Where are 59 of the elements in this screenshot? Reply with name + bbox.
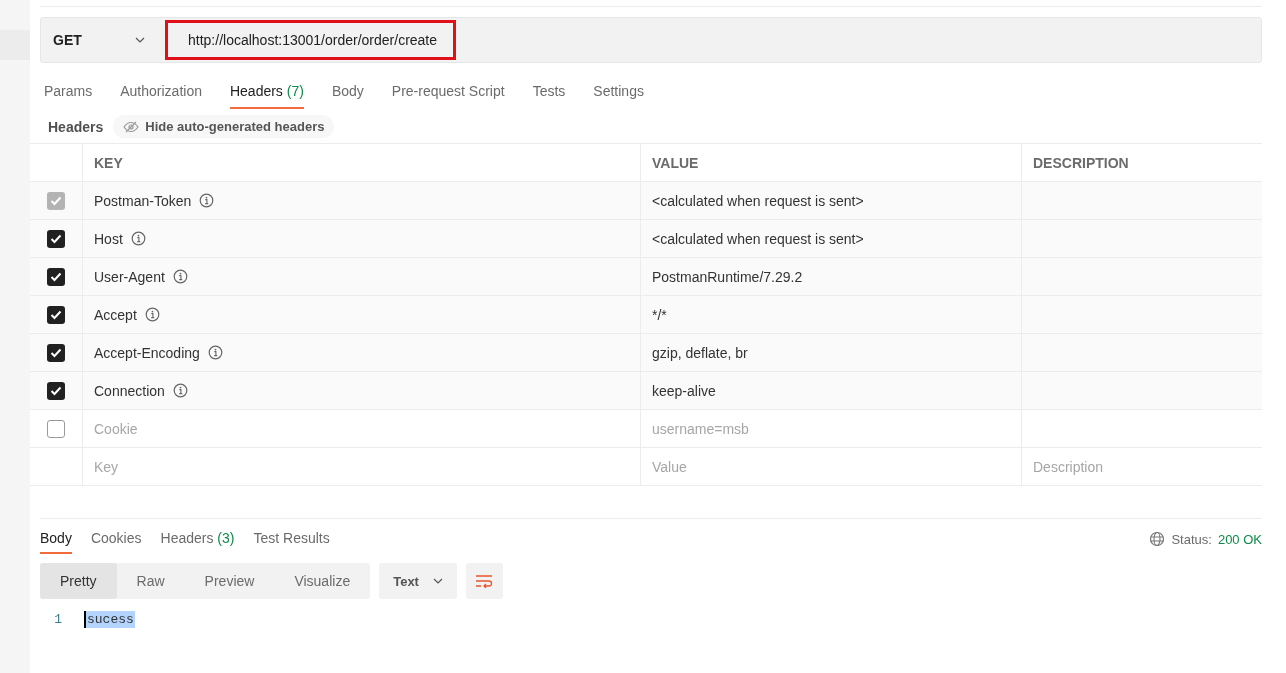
check-icon: [50, 271, 62, 282]
view-mode-tab[interactable]: Raw: [116, 563, 185, 599]
request-tab[interactable]: Params: [44, 83, 93, 109]
request-tab[interactable]: Tests: [532, 83, 566, 109]
wrap-lines-button[interactable]: [465, 563, 503, 599]
status-label: Status:: [1171, 531, 1212, 547]
checkbox[interactable]: [47, 267, 65, 286]
request-tab[interactable]: Body: [331, 83, 364, 109]
response-tab[interactable]: Cookies: [90, 530, 142, 554]
caret-icon: [432, 578, 443, 584]
column-header: KEY: [94, 154, 123, 171]
status-value: 200 OK: [1217, 531, 1262, 547]
header-key: Cookie: [94, 420, 138, 437]
checkbox[interactable]: [47, 419, 65, 438]
hide-headers-toggle[interactable]: Hide auto-generated headers: [113, 115, 335, 138]
globe-icon[interactable]: [1149, 531, 1166, 547]
check-icon: [50, 233, 62, 244]
check-icon: [50, 309, 62, 320]
column-header: VALUE: [652, 154, 699, 171]
method-dropdown[interactable]: GET: [41, 18, 153, 62]
format-dropdown[interactable]: Text: [379, 563, 457, 599]
eye-slash-icon: [123, 120, 140, 133]
header-value: <calculated when request is sent>: [652, 230, 864, 247]
header-key: Postman-Token: [94, 192, 192, 209]
header-value: gzip, deflate, br: [652, 344, 748, 361]
response-tab[interactable]: Body: [40, 530, 72, 554]
header-key: Accept: [94, 306, 137, 323]
check-icon: [50, 385, 62, 396]
view-mode-tab[interactable]: Preview: [184, 563, 275, 599]
response-text: sucess: [84, 611, 135, 628]
header-value: PostmanRuntime/7.29.2: [652, 268, 803, 285]
request-tab[interactable]: Authorization: [120, 83, 202, 109]
checkbox[interactable]: [47, 229, 65, 248]
response-tab[interactable]: Headers (3): [160, 530, 235, 554]
view-mode-tab[interactable]: Pretty: [40, 563, 117, 599]
header-key: Host: [94, 230, 123, 247]
request-tab[interactable]: Headers (7): [229, 83, 304, 109]
section-title: Headers: [48, 118, 104, 135]
check-icon: [50, 347, 62, 358]
checkbox[interactable]: [47, 343, 65, 362]
request-tab[interactable]: Pre-request Script: [391, 83, 505, 109]
header-value: username=msb: [652, 420, 749, 437]
wrap-lines-icon: [475, 574, 494, 588]
checkbox[interactable]: [47, 305, 65, 324]
header-value: keep-alive: [652, 382, 716, 399]
header-key: Accept-Encoding: [94, 344, 200, 361]
header-key: Connection: [94, 382, 165, 399]
check-icon: [50, 195, 62, 206]
request-tab[interactable]: Settings: [593, 83, 644, 109]
header-key: User-Agent: [94, 268, 165, 285]
view-mode-tab[interactable]: Visualize: [274, 563, 371, 599]
line-number: 1: [53, 612, 63, 627]
url-field[interactable]: http://localhost:13001/order/order/create: [165, 20, 457, 60]
header-value: */*: [652, 306, 667, 323]
checkbox[interactable]: [47, 381, 65, 400]
column-header: DESCRIPTION: [1033, 154, 1129, 171]
response-tab[interactable]: Test Results: [253, 530, 330, 554]
header-value: <calculated when request is sent>: [652, 192, 864, 209]
caret-icon: [135, 37, 145, 43]
